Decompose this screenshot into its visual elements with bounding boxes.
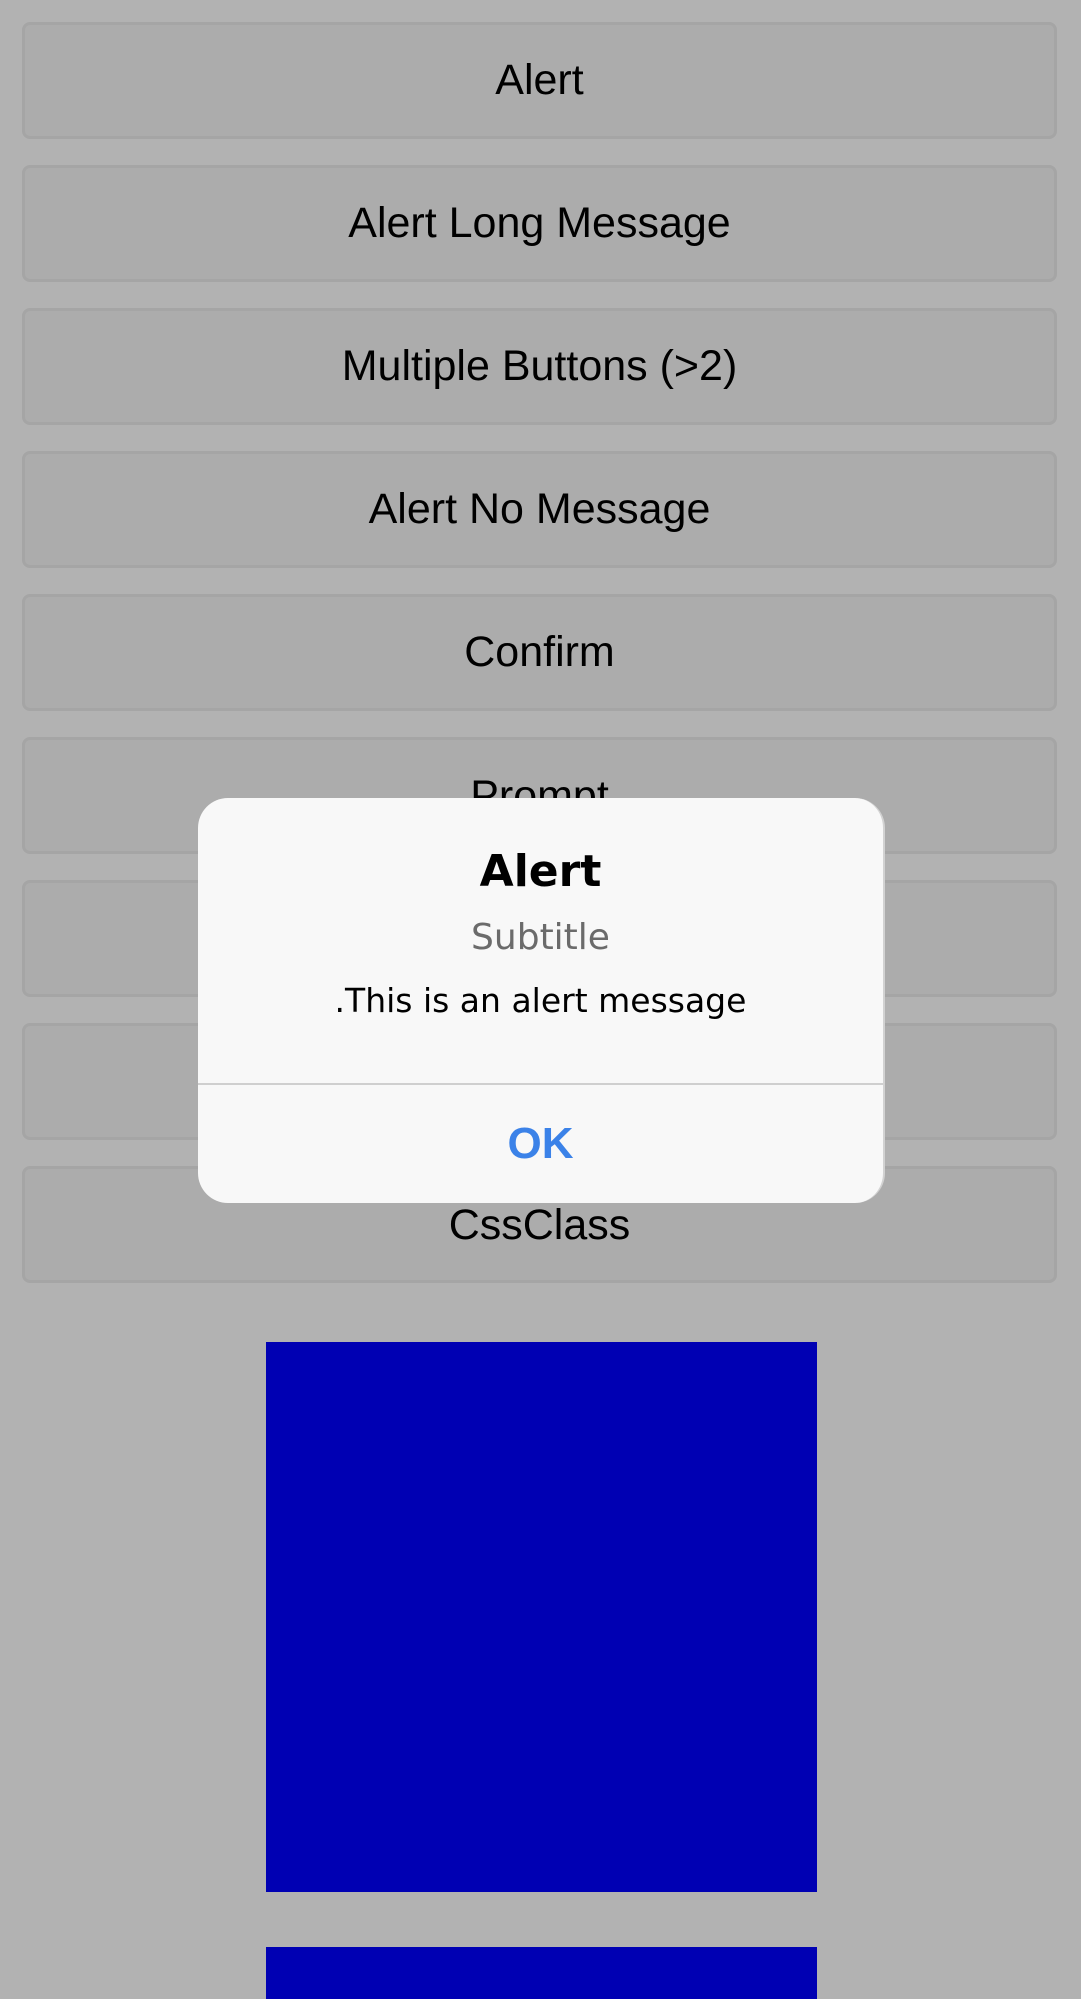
blue-box-2: [266, 1947, 817, 1999]
confirm-button-label: Confirm: [464, 628, 615, 676]
multiple-buttons-button-label: Multiple Buttons (>2): [341, 342, 738, 390]
confirm-button[interactable]: Confirm: [22, 594, 1057, 711]
multiple-buttons-button[interactable]: Multiple Buttons (>2): [22, 308, 1057, 425]
ok-button[interactable]: OK: [198, 1085, 883, 1203]
alert-long-message-button-label: Alert Long Message: [348, 199, 731, 247]
alert-long-message-button[interactable]: Alert Long Message: [22, 165, 1057, 282]
alert-dialog: Alert Subtitle .This is an alert message…: [198, 798, 885, 1203]
cssclass-button-label: CssClass: [448, 1201, 631, 1249]
dialog-title: Alert: [479, 846, 602, 897]
alert-button-label: Alert: [495, 56, 584, 104]
alert-button[interactable]: Alert: [22, 22, 1057, 139]
dialog-subtitle: Subtitle: [471, 917, 610, 958]
dialog-message: .This is an alert message: [334, 981, 747, 1020]
blue-box-1: [266, 1342, 817, 1892]
alert-no-message-button-label: Alert No Message: [368, 485, 711, 533]
alert-no-message-button[interactable]: Alert No Message: [22, 451, 1057, 568]
ok-button-label: OK: [507, 1119, 574, 1168]
